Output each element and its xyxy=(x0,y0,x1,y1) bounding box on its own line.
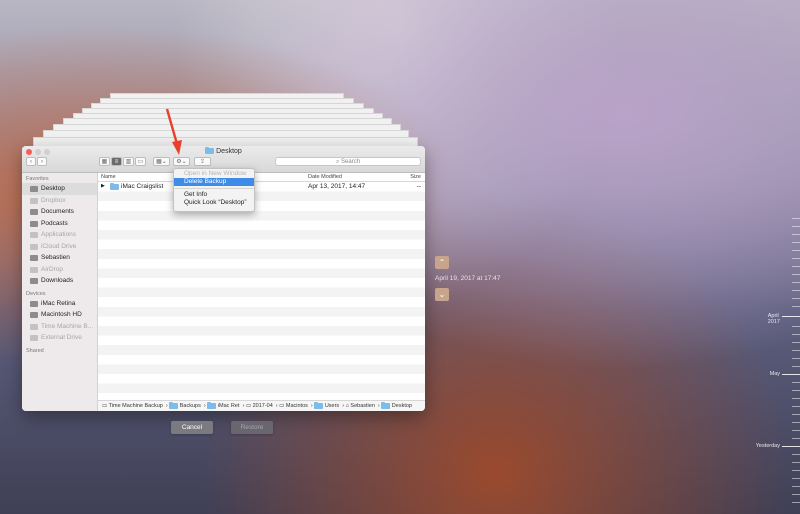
column-size[interactable]: Size xyxy=(410,174,421,180)
home-icon xyxy=(30,255,38,261)
drive-icon: ▭ xyxy=(102,403,108,409)
podcasts-icon xyxy=(30,220,38,227)
menu-item-quick-look[interactable]: Quick Look “Desktop” xyxy=(174,199,254,207)
menu-item-get-info[interactable]: Get Info xyxy=(174,191,254,199)
path-segment[interactable]: ▭ Time Machine Backup xyxy=(102,403,163,409)
chevron-down-icon: ⌄ xyxy=(438,290,446,299)
snapshot-down-button[interactable]: ⌄ xyxy=(435,288,449,301)
file-size: -- xyxy=(416,183,421,190)
computer-icon xyxy=(30,300,38,307)
sidebar-item-podcasts[interactable]: Podcasts xyxy=(22,218,97,230)
file-list: Name Date Modified Size ▶ iMac Craigslis… xyxy=(98,173,425,411)
folder-icon xyxy=(169,401,179,409)
file-name: iMac Craigslist xyxy=(121,183,164,190)
drive-icon xyxy=(30,323,38,330)
sidebar: Favorites Desktop Dropbox Documents Podc… xyxy=(22,173,98,411)
back-button[interactable]: ‹ xyxy=(26,157,36,166)
menu-item-open-in-new-window[interactable]: Open in New Window xyxy=(174,170,254,178)
snapshot-up-button[interactable]: ⌃ xyxy=(435,256,449,269)
sidebar-item-imac-retina[interactable]: iMac Retina xyxy=(22,298,97,310)
path-segment[interactable]: ▭ 2017-04 xyxy=(246,403,273,409)
home-icon: ⌂ xyxy=(345,403,349,409)
path-segment[interactable]: Desktop xyxy=(381,401,412,409)
chevron-up-icon: ⌃ xyxy=(438,258,446,267)
sidebar-header-devices: Devices xyxy=(26,290,46,297)
timeline-label-april[interactable]: April 2017 xyxy=(768,313,780,325)
view-icon-button[interactable]: ▦ xyxy=(99,157,110,166)
sidebar-item-external-drive[interactable]: External Drive xyxy=(22,332,97,344)
sidebar-item-desktop[interactable]: Desktop xyxy=(22,183,97,195)
menu-separator xyxy=(174,188,254,189)
folder-icon xyxy=(314,401,324,409)
window-title: Desktop xyxy=(22,147,425,155)
path-segment[interactable]: ⌂ Sebastien xyxy=(346,403,375,409)
forward-button[interactable]: › xyxy=(37,157,47,166)
path-bar: ▭ Time Machine Backup › Backups › iMac Ret… xyxy=(98,400,425,411)
cloud-icon xyxy=(30,243,38,250)
search-input[interactable]: ⌕ Search xyxy=(275,157,421,166)
sidebar-item-sebastien[interactable]: Sebastien xyxy=(22,252,97,264)
folder-icon xyxy=(110,183,119,190)
timeline[interactable]: April 2017 May Yesterday xyxy=(756,0,800,514)
sidebar-header-favorites: Favorites xyxy=(26,176,49,182)
sidebar-item-applications[interactable]: Applications xyxy=(22,229,97,241)
hard-drive-icon: ▭ xyxy=(279,403,285,409)
desktop-icon xyxy=(30,186,38,192)
view-list-button[interactable]: ≡ xyxy=(111,157,122,166)
annotation-arrow-icon xyxy=(165,108,182,155)
snapshot-date: April 19, 2017 at 17:47 xyxy=(435,275,501,282)
path-segment[interactable]: iMac Ret xyxy=(207,401,239,409)
timeline-label-may[interactable]: May xyxy=(770,371,780,377)
table-row[interactable]: ▶ iMac Craigslist Apr 13, 2017, 14:47 -- xyxy=(98,182,425,192)
search-icon: ⌕ xyxy=(335,159,340,165)
airdrop-icon xyxy=(30,266,38,273)
computer-icon: ▭ xyxy=(245,403,252,409)
dropbox-icon xyxy=(30,197,38,204)
folder-icon xyxy=(207,401,217,409)
folder-icon xyxy=(381,401,391,409)
documents-icon xyxy=(30,209,38,215)
path-segment[interactable]: ▭ Macintos xyxy=(279,403,308,409)
view-coverflow-button[interactable]: ▭ xyxy=(135,157,146,166)
path-segment[interactable]: Users xyxy=(314,401,339,409)
context-menu: Open in New Window Delete Backup Get Inf… xyxy=(173,168,255,212)
sidebar-item-airdrop[interactable]: AirDrop xyxy=(22,264,97,276)
path-segment[interactable]: Backups xyxy=(169,401,201,409)
file-date: Apr 13, 2017, 14:47 xyxy=(308,183,366,190)
menu-item-delete-backup[interactable]: Delete Backup xyxy=(174,178,254,186)
arrange-button[interactable]: ▦⌄ xyxy=(153,157,170,166)
sidebar-header-shared: Shared xyxy=(26,347,44,354)
file-rows: ▶ iMac Craigslist Apr 13, 2017, 14:47 -- xyxy=(98,182,425,401)
restore-button[interactable]: Restore xyxy=(231,421,273,434)
sidebar-item-time-machine[interactable]: Time Machine B... xyxy=(22,321,97,333)
sidebar-item-documents[interactable]: Documents xyxy=(22,206,97,218)
sidebar-item-macintosh-hd[interactable]: Macintosh HD xyxy=(22,309,97,321)
folder-icon xyxy=(205,147,215,155)
cancel-button[interactable]: Cancel xyxy=(171,421,213,434)
disclosure-triangle-icon[interactable]: ▶ xyxy=(101,182,105,192)
view-column-button[interactable]: ▥ xyxy=(123,157,134,166)
timeline-label-yesterday[interactable]: Yesterday xyxy=(756,443,780,449)
downloads-icon xyxy=(30,278,38,284)
window-title-text: Desktop xyxy=(216,148,242,155)
applications-icon xyxy=(30,232,38,238)
sidebar-item-icloud-drive[interactable]: iCloud Drive xyxy=(22,241,97,253)
share-button[interactable]: ⇪ xyxy=(194,157,211,166)
hard-drive-icon xyxy=(30,312,38,318)
column-date-modified[interactable]: Date Modified xyxy=(308,174,342,180)
sidebar-item-downloads[interactable]: Downloads xyxy=(22,275,97,287)
column-name[interactable]: Name xyxy=(101,174,116,180)
column-headers: Name Date Modified Size xyxy=(98,173,425,182)
drive-icon xyxy=(30,335,38,341)
search-placeholder: Search xyxy=(341,159,361,165)
action-gear-button[interactable]: ⚙⌄ xyxy=(173,157,190,166)
sidebar-item-dropbox[interactable]: Dropbox xyxy=(22,195,97,207)
